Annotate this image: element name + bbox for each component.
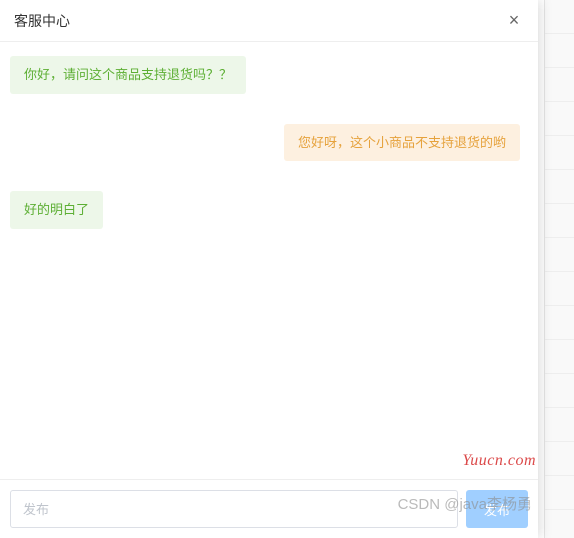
message-row: 你好，请问这个商品支持退货吗？？ — [10, 56, 520, 94]
send-button[interactable]: 发布 — [466, 490, 528, 528]
user-message: 好的明白了 — [10, 191, 103, 229]
dialog-footer: 发布 — [0, 479, 538, 538]
message-input[interactable] — [10, 490, 458, 528]
dialog-header: 客服中心 × — [0, 0, 538, 42]
message-row: 您好呀，这个小商品不支持退货的哟 — [10, 124, 520, 162]
message-row: 好的明白了 — [10, 191, 520, 229]
user-message: 你好，请问这个商品支持退货吗？？ — [10, 56, 246, 94]
close-icon[interactable]: × — [504, 11, 524, 31]
chat-dialog: 客服中心 × 你好，请问这个商品支持退货吗？？ 您好呀，这个小商品不支持退货的哟… — [0, 0, 538, 538]
background-table-strip — [544, 0, 574, 538]
agent-message: 您好呀，这个小商品不支持退货的哟 — [284, 124, 520, 162]
chat-body[interactable]: 你好，请问这个商品支持退货吗？？ 您好呀，这个小商品不支持退货的哟 好的明白了 — [0, 42, 538, 479]
dialog-title: 客服中心 — [14, 11, 504, 31]
